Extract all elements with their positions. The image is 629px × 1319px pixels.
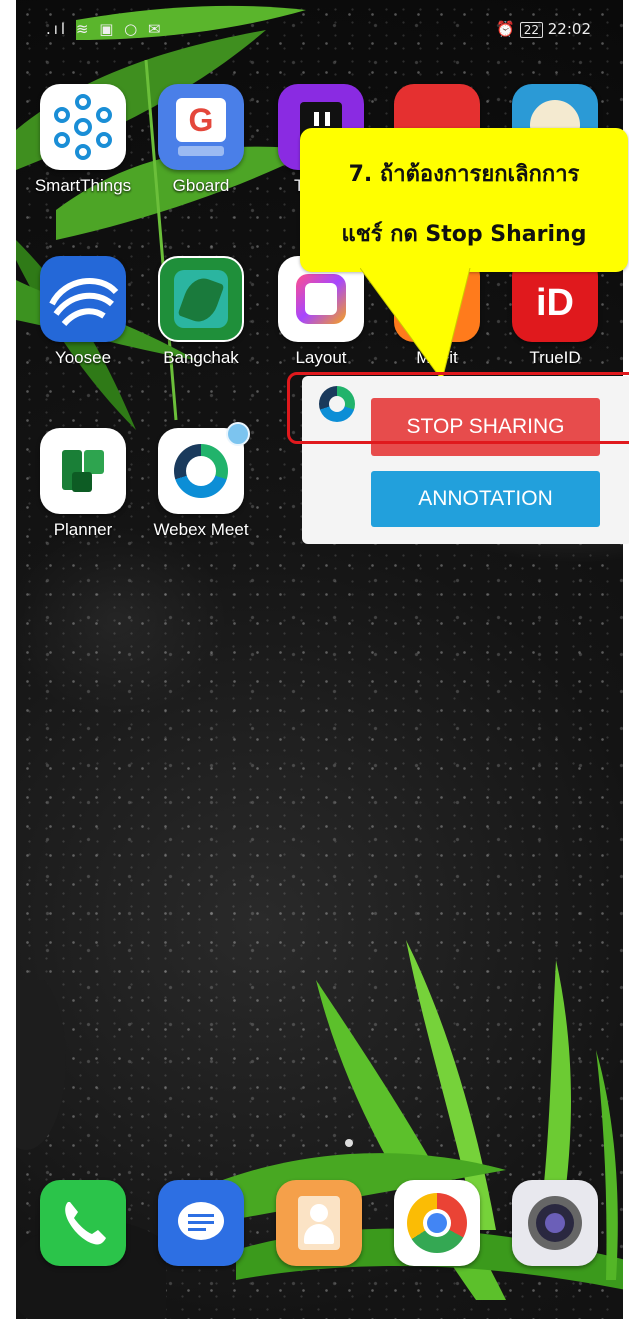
webex-icon xyxy=(158,422,250,514)
dock-chrome[interactable] xyxy=(382,1180,492,1266)
page-indicator xyxy=(345,1139,353,1147)
status-bar: .ıl ≋ ▣ ○ ✉ ⏰ 22 22:02 xyxy=(0,14,629,44)
app-label: Webex Meet xyxy=(153,520,249,539)
callout-line-2: แชร์ กด Stop Sharing xyxy=(341,222,587,247)
callout-line-1: 7. ถ้าต้องการยกเลิกการ xyxy=(348,162,580,187)
bangchak-icon xyxy=(158,256,244,342)
gboard-icon: G xyxy=(158,84,244,170)
app-label: Planner xyxy=(53,520,113,539)
dock-phone[interactable] xyxy=(28,1180,138,1266)
app-webex-meet[interactable]: Webex Meet xyxy=(146,422,256,540)
app-smartthings[interactable]: SmartThings xyxy=(28,84,138,196)
chrome-icon xyxy=(394,1180,480,1266)
app-bangchak[interactable]: Bangchak xyxy=(146,256,256,368)
dock-camera[interactable] xyxy=(500,1180,610,1266)
phone-icon xyxy=(40,1180,126,1266)
stop-sharing-highlight xyxy=(287,372,629,444)
annotation-button[interactable]: ANNOTATION xyxy=(371,471,600,527)
dock-contacts[interactable] xyxy=(264,1180,374,1266)
notification-dot xyxy=(226,422,250,446)
app-yoosee[interactable]: Yoosee xyxy=(28,256,138,368)
alarm-icon: ⏰ xyxy=(496,20,515,38)
planner-icon xyxy=(40,428,126,514)
app-label: SmartThings xyxy=(34,176,132,195)
callout-pointer xyxy=(360,268,471,382)
instruction-callout: 7. ถ้าต้องการยกเลิกการ แชร์ กด Stop Shar… xyxy=(300,128,628,272)
status-right: ⏰ 22 22:02 xyxy=(496,20,591,38)
app-trueid[interactable]: iD TrueID xyxy=(500,256,610,368)
battery-icon: 22 xyxy=(519,22,543,38)
camera-icon xyxy=(512,1180,598,1266)
app-label: Gboard xyxy=(172,176,230,195)
signal-wifi-icons: .ıl ≋ ▣ ○ ✉ xyxy=(46,20,164,38)
app-label: Yoosee xyxy=(54,348,112,367)
smartthings-icon xyxy=(40,84,126,170)
clock: 22:02 xyxy=(547,20,591,38)
app-gboard[interactable]: G Gboard xyxy=(146,84,256,196)
app-label: TrueID xyxy=(529,348,581,367)
wallpaper-stones xyxy=(16,980,166,1319)
messages-icon xyxy=(158,1180,244,1266)
app-label: Bangchak xyxy=(163,348,239,367)
dock-messages[interactable] xyxy=(146,1180,256,1266)
app-planner[interactable]: Planner xyxy=(28,428,138,540)
contacts-icon xyxy=(276,1180,362,1266)
yoosee-icon xyxy=(40,256,126,342)
